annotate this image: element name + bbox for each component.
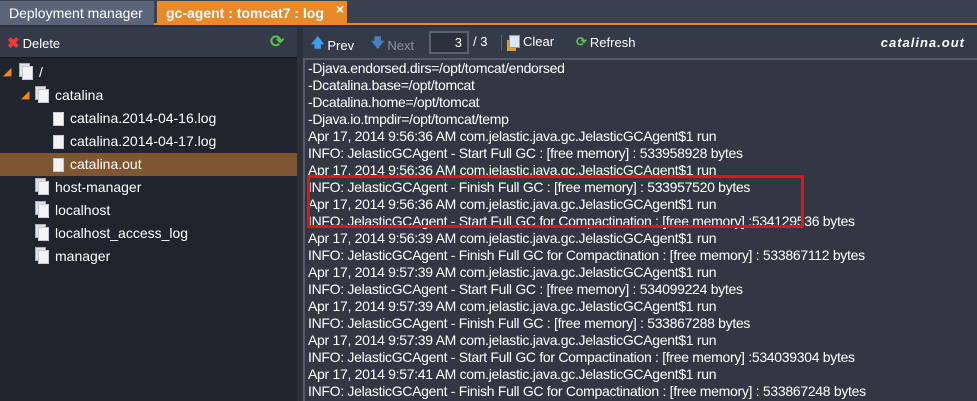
folder-icon (38, 89, 49, 103)
tree-item-label: catalina.2014-04-17.log (70, 133, 217, 149)
tree-item-label: / (39, 64, 43, 80)
delete-label: Delete (22, 35, 61, 51)
arrow-down-icon: 🡇 (371, 35, 385, 50)
tree-item[interactable]: catalina.2014-04-17.log (0, 130, 297, 153)
next-label: Next (387, 37, 415, 53)
log-line: Apr 17, 2014 9:56:39 AM com.jelastic.jav… (308, 230, 717, 246)
tab-deployment-manager[interactable]: Deployment manager (0, 1, 154, 25)
page-input[interactable]: 3 (429, 31, 469, 54)
expanded-arrow-icon[interactable]: ◢ (3, 61, 11, 84)
log-line: INFO: JelasticGCAgent - Finish Full GC :… (308, 315, 751, 331)
clear-button[interactable]: Clear (509, 34, 554, 49)
folder-icon (38, 204, 49, 218)
tab-bar: Deployment manager gc-agent : tomcat7 : … (0, 0, 977, 25)
log-line: -Dcatalina.home=/opt/tomcat (308, 94, 480, 110)
refresh-label: Refresh (589, 34, 636, 50)
file-icon (53, 112, 64, 126)
folder-icon (38, 181, 49, 195)
clear-document-icon (509, 35, 520, 48)
log-line: Apr 17, 2014 9:56:36 AM com.jelastic.jav… (308, 128, 717, 144)
prev-button[interactable]: 🡅 Prev (311, 34, 354, 56)
close-icon[interactable]: × (336, 0, 344, 21)
tree-item[interactable]: catalina.2014-04-16.log (0, 107, 297, 130)
refresh-button[interactable]: ⟳ Refresh (576, 34, 635, 50)
tree-item-label: localhost (55, 202, 111, 218)
tree-item[interactable]: ◢ catalina (0, 84, 297, 107)
log-line: Apr 17, 2014 9:57:41 AM com.jelastic.jav… (308, 366, 717, 382)
clear-label: Clear (523, 34, 555, 49)
log-line: -Djava.io.tmpdir=/opt/tomcat/temp (308, 111, 509, 127)
file-icon (53, 158, 64, 172)
toolbar-separator (501, 35, 502, 51)
tab-label: Deployment manager (9, 5, 143, 21)
folder-icon (38, 227, 49, 241)
tree-item-label: host-manager (55, 179, 142, 195)
file-name-title: catalina.out (880, 35, 965, 50)
tree-item[interactable]: ▶localhost_access_log (0, 222, 297, 245)
prev-label: Prev (327, 37, 355, 53)
tree-item[interactable]: ▶host-manager (0, 176, 297, 199)
tree-item-label: catalina (55, 87, 104, 103)
tree-item[interactable]: ▶localhost (0, 199, 297, 222)
tree-item[interactable]: ▶manager (0, 245, 297, 268)
log-line: Apr 17, 2014 9:57:39 AM com.jelastic.jav… (308, 298, 717, 314)
tree-item-label: localhost_access_log (55, 225, 189, 241)
log-line: -Dcatalina.base=/opt/tomcat (308, 77, 475, 93)
folder-icon (38, 250, 49, 264)
refresh-tree-icon[interactable]: ⟳ (270, 32, 284, 52)
expanded-arrow-icon[interactable]: ◢ (21, 84, 29, 107)
tree-item[interactable]: catalina.out (0, 153, 297, 176)
log-toolbar: 🡅 Prev 🡇 Next 3 / 3 Clear ⟳ Refresh catalin… (303, 27, 977, 58)
log-line: INFO: JelasticGCAgent - Finish Full GC f… (308, 247, 865, 263)
log-line: Apr 17, 2014 9:57:39 AM com.jelastic.jav… (308, 332, 717, 348)
log-line: Apr 17, 2014 9:57:39 AM com.jelastic.jav… (308, 264, 717, 280)
delete-x-icon: ✖ (7, 35, 20, 52)
arrow-up-icon: 🡅 (311, 35, 325, 50)
page-total: / 3 (473, 34, 488, 49)
tab-label: gc-agent : tomcat7 : log (166, 5, 324, 21)
file-tree-panel: ✖ Delete ⟳ ◢ / ◢ catalina catalina.2014-04-1… (0, 27, 297, 401)
highlight-box (307, 175, 804, 228)
log-line: INFO: JelasticGCAgent - Start Full GC : … (308, 281, 743, 297)
tab-gc-agent-log[interactable]: gc-agent : tomcat7 : log × (157, 1, 347, 25)
log-line: -Djava.endorsed.dirs=/opt/tomcat/endorse… (308, 60, 565, 76)
delete-button[interactable]: ✖ Delete (7, 34, 60, 52)
tree-item-label: catalina.2014-04-16.log (70, 110, 217, 126)
log-viewer-panel: 🡅 Prev 🡇 Next 3 / 3 Clear ⟳ Refresh catalin… (303, 27, 977, 401)
tree-item-label: catalina.out (70, 156, 142, 172)
tree-toolbar: ✖ Delete ⟳ (0, 27, 297, 58)
folder-icon (22, 66, 33, 80)
log-line: INFO: JelasticGCAgent - Start Full GC fo… (308, 349, 855, 365)
tree-item[interactable]: ◢ / (0, 61, 297, 84)
refresh-icon: ⟳ (576, 34, 587, 49)
file-icon (53, 135, 64, 149)
log-content[interactable]: -Djava.endorsed.dirs=/opt/tomcat/endorse… (303, 58, 977, 401)
log-line: INFO: JelasticGCAgent - Start Full GC : … (308, 145, 743, 161)
log-line: INFO: JelasticGCAgent - Finish Full GC f… (308, 383, 866, 399)
next-button[interactable]: 🡇 Next (371, 34, 414, 56)
tree-item-label: manager (55, 248, 111, 264)
